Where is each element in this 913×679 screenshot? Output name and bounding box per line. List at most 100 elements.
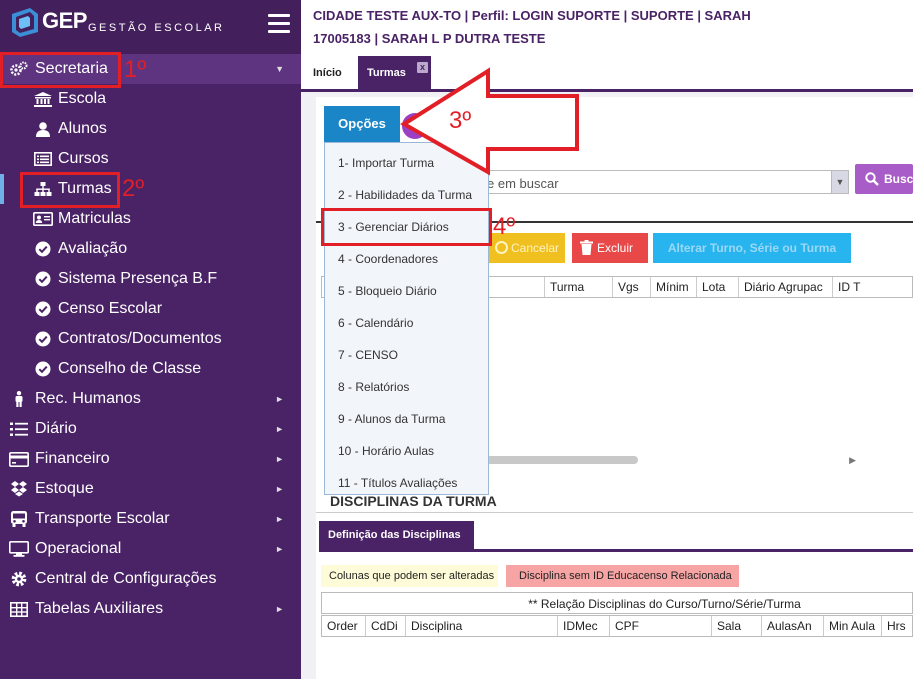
sidebar-item-label: Cursos xyxy=(58,150,109,167)
logo-text: GEP xyxy=(42,8,87,33)
column-header[interactable]: Turma xyxy=(544,277,612,297)
sidebar-item-cursos[interactable]: Cursos xyxy=(0,144,301,174)
check-circle-icon xyxy=(33,361,53,377)
menu-item-alunos-turma[interactable]: 9 - Alunos da Turma xyxy=(325,399,488,431)
sidebar-item-label: Transporte Escolar xyxy=(35,510,170,527)
column-header[interactable]: ID T xyxy=(832,277,862,297)
menu-item-relatorios[interactable]: 8 - Relatórios xyxy=(325,367,488,399)
sidebar-item-label: Alunos xyxy=(58,120,107,137)
search-icon xyxy=(865,172,879,186)
sidebar-item-label: Financeiro xyxy=(35,450,110,467)
alter-turno-button[interactable]: Alterar Turno, Série ou Turma xyxy=(653,233,851,263)
logo[interactable]: GEP GESTÃO ESCOLAR xyxy=(0,0,301,54)
sidebar-item-censo-escolar[interactable]: Censo Escolar xyxy=(0,294,301,324)
column-header[interactable]: Mínim xyxy=(650,277,696,297)
person-icon xyxy=(9,391,29,407)
sidebar-item-label: Diário xyxy=(35,420,77,437)
tab-definicao-disciplinas[interactable]: Definição das Disciplinas xyxy=(319,521,474,550)
chevron-right-icon: ► xyxy=(275,424,284,434)
sidebar-item-transporte[interactable]: Transporte Escolar ► xyxy=(0,504,301,534)
menu-item-titulos-avaliacoes[interactable]: 11 - Títulos Avaliações xyxy=(325,463,488,495)
sidebar-item-avaliacao[interactable]: Avaliação xyxy=(0,234,301,264)
sidebar-item-label: Escola xyxy=(58,90,107,107)
hamburger-menu-icon[interactable] xyxy=(268,14,290,34)
monitor-icon xyxy=(9,541,29,557)
annotation-step-4: 4º xyxy=(493,213,516,240)
chevron-right-icon: ► xyxy=(275,604,284,614)
sidebar-item-sistema-presenca[interactable]: Sistema Presença B.F xyxy=(0,264,301,294)
bus-icon xyxy=(9,511,29,527)
tab-inicio[interactable]: Início xyxy=(313,67,342,79)
chevron-right-icon: ► xyxy=(275,544,284,554)
column-header[interactable]: Hrs xyxy=(881,616,912,636)
sidebar-item-tabelas-auxiliares[interactable]: Tabelas Auxiliares ► xyxy=(0,594,301,624)
column-header[interactable]: Order xyxy=(322,616,365,636)
list-alt-icon xyxy=(33,151,53,167)
legend-editable-columns: Colunas que podem ser alteradas xyxy=(321,565,498,587)
sidebar-item-label: Estoque xyxy=(35,480,94,497)
chevron-down-icon: ▼ xyxy=(275,64,284,74)
sidebar-item-matriculas[interactable]: Matriculas xyxy=(0,204,301,234)
sidebar-item-label: Matriculas xyxy=(58,210,131,227)
sidebar-item-label: Sistema Presença B.F xyxy=(58,270,218,287)
sidebar-menu: Secretaria ▼ Escola Alunos Cursos Turmas… xyxy=(0,54,301,624)
check-circle-icon xyxy=(33,241,53,257)
sidebar-item-operacional[interactable]: Operacional ► xyxy=(0,534,301,564)
sidebar-item-conselho-classe[interactable]: Conselho de Classe xyxy=(0,354,301,384)
sidebar-item-label: Conselho de Classe xyxy=(58,360,202,377)
column-header[interactable]: Disciplina xyxy=(405,616,557,636)
gear-icon xyxy=(9,571,29,587)
column-header[interactable]: IDMec xyxy=(557,616,609,636)
menu-item-habilidades-turma[interactable]: 2 - Habilidades da Turma xyxy=(325,175,488,207)
sidebar-item-central-configuracoes[interactable]: Central de Configurações xyxy=(0,564,301,594)
column-header[interactable]: Sala xyxy=(711,616,761,636)
menu-item-calendario[interactable]: 6 - Calendário xyxy=(325,303,488,335)
opcoes-button[interactable]: Opções xyxy=(324,106,400,142)
delete-button[interactable]: Excluir xyxy=(572,233,648,263)
search-button[interactable]: Busca xyxy=(855,164,913,194)
sidebar-item-financeiro[interactable]: Financeiro ► xyxy=(0,444,301,474)
sidebar-item-diario[interactable]: Diário ► xyxy=(0,414,301,444)
sidebar-item-label: Avaliação xyxy=(58,240,128,257)
sidebar-item-label: Rec. Humanos xyxy=(35,390,141,407)
column-header[interactable]: Min Aula xyxy=(823,616,881,636)
menu-item-censo[interactable]: 7 - CENSO xyxy=(325,335,488,367)
list-icon xyxy=(9,421,29,437)
ban-icon xyxy=(495,241,508,254)
credit-card-icon xyxy=(9,451,29,467)
table-icon xyxy=(9,601,29,617)
sidebar-item-alunos[interactable]: Alunos xyxy=(0,114,301,144)
scroll-right-arrow-icon[interactable]: ▶ xyxy=(849,455,856,466)
logo-subtitle: GESTÃO ESCOLAR xyxy=(88,22,225,34)
chevron-down-icon[interactable]: ▼ xyxy=(831,170,849,194)
check-circle-icon xyxy=(33,301,53,317)
tab-bar: Início Turmas x xyxy=(301,56,913,92)
sidebar-item-escola[interactable]: Escola xyxy=(0,84,301,114)
menu-item-horario-aulas[interactable]: 10 - Horário Aulas xyxy=(325,431,488,463)
column-header[interactable]: Lota xyxy=(696,277,738,297)
column-header[interactable]: Vgs xyxy=(612,277,650,297)
menu-item-bloqueio-diario[interactable]: 5 - Bloqueio Diário xyxy=(325,271,488,303)
sidebar-item-label: Central de Configurações xyxy=(35,570,217,587)
sidebar-item-contratos[interactable]: Contratos/Documentos xyxy=(0,324,301,354)
scroll-thumb[interactable] xyxy=(475,456,638,464)
user-info-line-1: CIDADE TESTE AUX-TO | Perfil: LOGIN SUPO… xyxy=(313,8,751,23)
check-circle-icon xyxy=(33,331,53,347)
sidebar-item-estoque[interactable]: Estoque ► xyxy=(0,474,301,504)
dropbox-icon xyxy=(9,481,29,497)
section-title: DISCIPLINAS DA TURMA xyxy=(330,493,497,509)
annotation-step-2: 2º xyxy=(122,175,145,202)
column-header[interactable]: CdDi xyxy=(365,616,405,636)
chevron-right-icon: ► xyxy=(275,514,284,524)
opcoes-dropdown-menu: 1- Importar Turma 2 - Habilidades da Tur… xyxy=(324,142,489,495)
user-header: CIDADE TESTE AUX-TO | Perfil: LOGIN SUPO… xyxy=(301,0,913,56)
disciplinas-grid-header: Order CdDi Disciplina IDMec CPF Sala Aul… xyxy=(321,615,913,637)
sidebar-item-rec-humanos[interactable]: Rec. Humanos ► xyxy=(0,384,301,414)
sidebar: GEP GESTÃO ESCOLAR Secretaria ▼ Escola A… xyxy=(0,0,301,679)
column-header[interactable]: CPF xyxy=(609,616,711,636)
annotation-box-gerenciar-diarios xyxy=(321,208,492,246)
search-button-label: Busca xyxy=(884,172,913,186)
column-header[interactable]: AulasAn xyxy=(761,616,823,636)
column-header[interactable]: Diário Agrupac xyxy=(738,277,832,297)
annotation-box-secretaria xyxy=(0,52,121,88)
